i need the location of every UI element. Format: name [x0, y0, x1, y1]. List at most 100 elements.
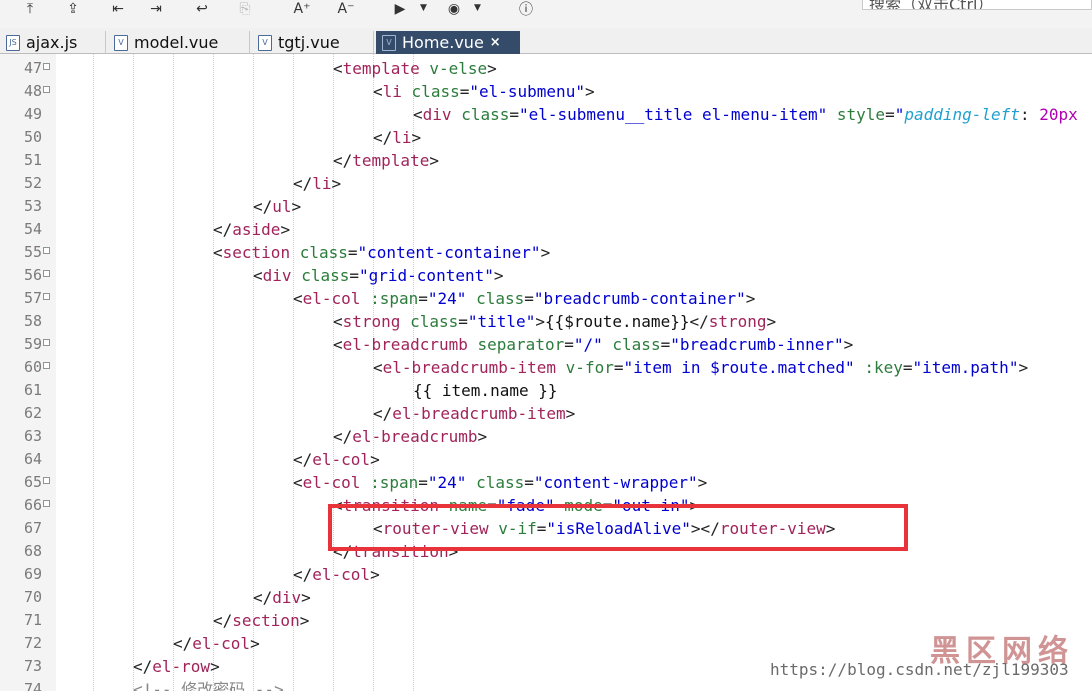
- line-number: 49: [23, 105, 42, 123]
- file-icon: V: [258, 34, 272, 51]
- line-number: 57: [23, 289, 42, 307]
- line-number: 56: [23, 266, 42, 284]
- dropdown-arrow-icon[interactable]: ▼: [474, 3, 484, 13]
- code-text: </section>: [213, 611, 310, 630]
- fold-toggle-icon[interactable]: [43, 86, 50, 93]
- code-text: </transition>: [333, 542, 459, 561]
- code-line: 60 <el-breadcrumb-item v-for="item in $ro…: [0, 356, 1092, 379]
- code-text: <router-view v-if="isReloadAlive"></rout…: [373, 519, 836, 538]
- line-number: 59: [23, 335, 42, 353]
- code-text: </aside>: [213, 220, 291, 239]
- line-number: 73: [23, 657, 42, 675]
- line-number: 51: [23, 151, 42, 169]
- tab-home-vue[interactable]: V Home.vue ×: [376, 31, 520, 54]
- code-line: 70 </div>: [0, 586, 1092, 609]
- line-number: 54: [23, 220, 42, 238]
- code-line: 59 <el-breadcrumb separator="/" class="br…: [0, 333, 1092, 356]
- file-icon: JS: [6, 34, 20, 51]
- code-text: </ul>: [253, 197, 302, 216]
- line-number: 60: [23, 358, 42, 376]
- code-text: </el-breadcrumb-item>: [373, 404, 576, 423]
- code-text: <section class="content-container">: [213, 243, 551, 262]
- font-smaller-icon[interactable]: A⁻: [336, 1, 356, 17]
- fold-toggle-icon[interactable]: [43, 477, 50, 484]
- code-line: 62 </el-breadcrumb-item>: [0, 402, 1092, 425]
- code-text: </div>: [253, 588, 311, 607]
- line-number: 67: [23, 519, 42, 537]
- code-text: </el-col>: [293, 450, 380, 469]
- line-number: 65: [23, 473, 42, 491]
- code-line: 55 <section class="content-container">: [0, 241, 1092, 264]
- code-line: 65 <el-col :span="24" class="content-wrap…: [0, 471, 1092, 494]
- code-text: </li>: [373, 128, 422, 147]
- code-line: 47 <template v-else>: [0, 57, 1092, 80]
- line-number: 69: [23, 565, 42, 583]
- line-number: 72: [23, 634, 42, 652]
- code-text: </template>: [333, 151, 439, 170]
- tab-label: ajax.js: [26, 33, 78, 52]
- search-placeholder: 搜索（双击Ctrl）: [869, 0, 994, 10]
- code-text: <el-col :span="24" class="breadcrumb-con…: [293, 289, 756, 308]
- code-line: 67 <router-view v-if="isReloadAlive"></ro…: [0, 517, 1092, 540]
- copy-icon[interactable]: ⎘: [235, 1, 255, 17]
- tab-label: model.vue: [134, 33, 219, 52]
- line-number: 61: [23, 381, 42, 399]
- code-text: <!-- 修改密码 -->: [133, 680, 284, 691]
- code-line: 57 <el-col :span="24" class="breadcrumb-c…: [0, 287, 1092, 310]
- code-text: </el-col>: [293, 565, 380, 584]
- code-editor[interactable]: 47 <template v-else> 48 <li class="el-subme…: [0, 54, 1092, 691]
- line-number: 52: [23, 174, 42, 192]
- code-line: 56 <div class="grid-content">: [0, 264, 1092, 287]
- file-icon: V: [382, 34, 396, 51]
- code-line: 58 <strong class="title">{{$route.name}}<…: [0, 310, 1092, 333]
- code-line: 72 </el-col>: [0, 632, 1092, 655]
- fold-toggle-icon[interactable]: [43, 339, 50, 346]
- indent-right-icon[interactable]: ⇥: [146, 1, 166, 17]
- fold-toggle-icon[interactable]: [43, 247, 50, 254]
- run-icon[interactable]: ▶: [390, 1, 410, 17]
- code-text: <el-breadcrumb-item v-for="item in $rout…: [373, 358, 1029, 377]
- import-icon[interactable]: ⇪: [63, 1, 83, 17]
- code-text: <el-col :span="24" class="content-wrappe…: [293, 473, 708, 492]
- code-line: 61 {{ item.name }}: [0, 379, 1092, 402]
- fold-toggle-icon[interactable]: [43, 270, 50, 277]
- code-line: 74 <!-- 修改密码 -->: [0, 678, 1092, 691]
- line-number: 71: [23, 611, 42, 629]
- fold-toggle-icon[interactable]: [43, 362, 50, 369]
- dropdown-arrow-icon[interactable]: ▼: [420, 3, 430, 13]
- fold-toggle-icon[interactable]: [43, 293, 50, 300]
- code-text: </el-breadcrumb>: [333, 427, 488, 446]
- tab-model-vue[interactable]: Vmodel.vue: [108, 31, 250, 54]
- code-text: <transition name="fade" mode="out-in">: [333, 496, 700, 515]
- code-line: 63 </el-breadcrumb>: [0, 425, 1092, 448]
- code-line: 52 </li>: [0, 172, 1092, 195]
- line-number: 50: [23, 128, 42, 146]
- font-larger-icon[interactable]: A⁺: [292, 1, 312, 17]
- line-number: 68: [23, 542, 42, 560]
- file-icon: V: [114, 34, 128, 51]
- info-icon[interactable]: ⓘ: [516, 1, 536, 18]
- code-text: <li class="el-submenu">: [373, 82, 595, 101]
- fold-toggle-icon[interactable]: [43, 500, 50, 507]
- code-text: </el-col>: [173, 634, 260, 653]
- tab-ajax-js[interactable]: JS ajax.js: [0, 31, 106, 54]
- indent-left-icon[interactable]: ⇤: [108, 1, 128, 17]
- line-number: 62: [23, 404, 42, 422]
- browser-icon[interactable]: ◉: [444, 1, 464, 17]
- tab-tgtj-vue[interactable]: Vtgtj.vue: [252, 31, 374, 54]
- fold-toggle-icon[interactable]: [43, 63, 50, 70]
- code-line: 64 </el-col>: [0, 448, 1092, 471]
- code-text: </li>: [293, 174, 342, 193]
- upload-icon[interactable]: ⤒: [20, 1, 40, 17]
- line-number: 53: [23, 197, 42, 215]
- line-number: 64: [23, 450, 42, 468]
- code-line: 48 <li class="el-submenu">: [0, 80, 1092, 103]
- code-line: 53 </ul>: [0, 195, 1092, 218]
- code-text: <strong class="title">{{$route.name}}</s…: [333, 312, 777, 331]
- code-text: </el-row>: [133, 657, 220, 676]
- watermark-url: https://blog.csdn.net/zjl199303: [770, 660, 1069, 679]
- wrap-icon[interactable]: ↩: [192, 1, 212, 17]
- search-input[interactable]: 搜索（双击Ctrl）: [862, 0, 1092, 10]
- close-icon[interactable]: ×: [490, 35, 501, 50]
- line-number: 55: [23, 243, 42, 261]
